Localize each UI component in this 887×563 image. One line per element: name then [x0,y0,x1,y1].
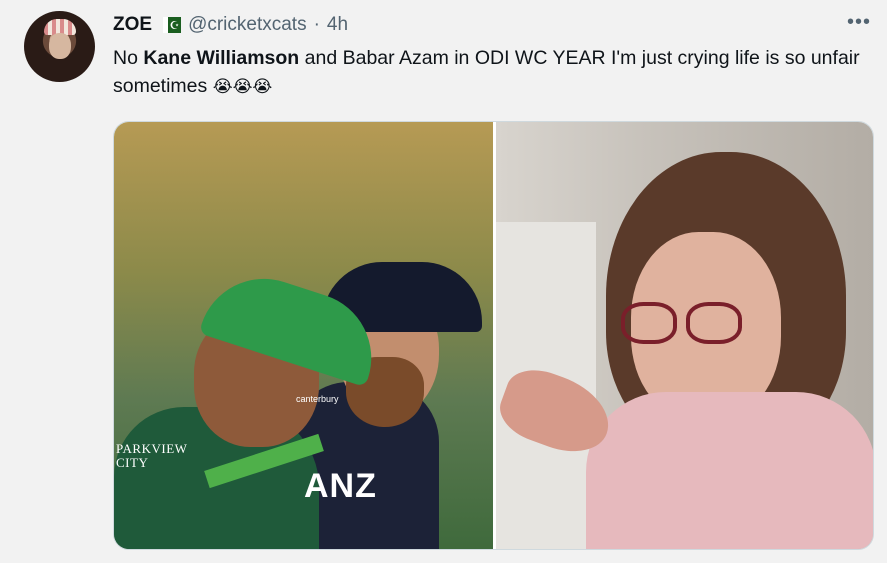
crying-emoji-icon: 😭😭😭 [212,77,273,96]
user-handle[interactable]: @cricketxcats [188,14,307,36]
anz-logo: ANZ [304,467,377,505]
avatar[interactable] [24,11,95,82]
glasses-left-lens [621,302,677,344]
glasses-right-lens [686,302,742,344]
cricket-players-photo[interactable]: PARKVIEW CITY canterbury ANZ [114,122,493,549]
display-name[interactable]: ZOE [113,14,152,36]
parkview-text: PARKVIEW [116,441,188,456]
canterbury-logo: canterbury [296,394,339,404]
timestamp[interactable]: 4h [327,14,348,36]
avatar-face [49,33,71,59]
tweet-text-bold: Kane Williamson [143,47,300,69]
parkview-city-logo: PARKVIEW CITY [116,442,187,470]
tweet-text-prefix: No [113,47,144,69]
city-text: CITY [116,455,149,470]
tweet-text: No Kane Williamson and Babar Azam in ODI… [113,44,873,101]
separator-dot: · [313,14,320,35]
tweet-media[interactable]: PARKVIEW CITY canterbury ANZ [113,121,874,550]
girl-shirt [586,392,873,549]
tweet-header: ZOE ☪ @cricketxcats · 4h [113,13,348,37]
crying-girl-photo[interactable] [496,122,873,549]
more-options-icon[interactable]: ••• [847,11,871,34]
pakistan-flag-icon: ☪ [163,17,182,33]
